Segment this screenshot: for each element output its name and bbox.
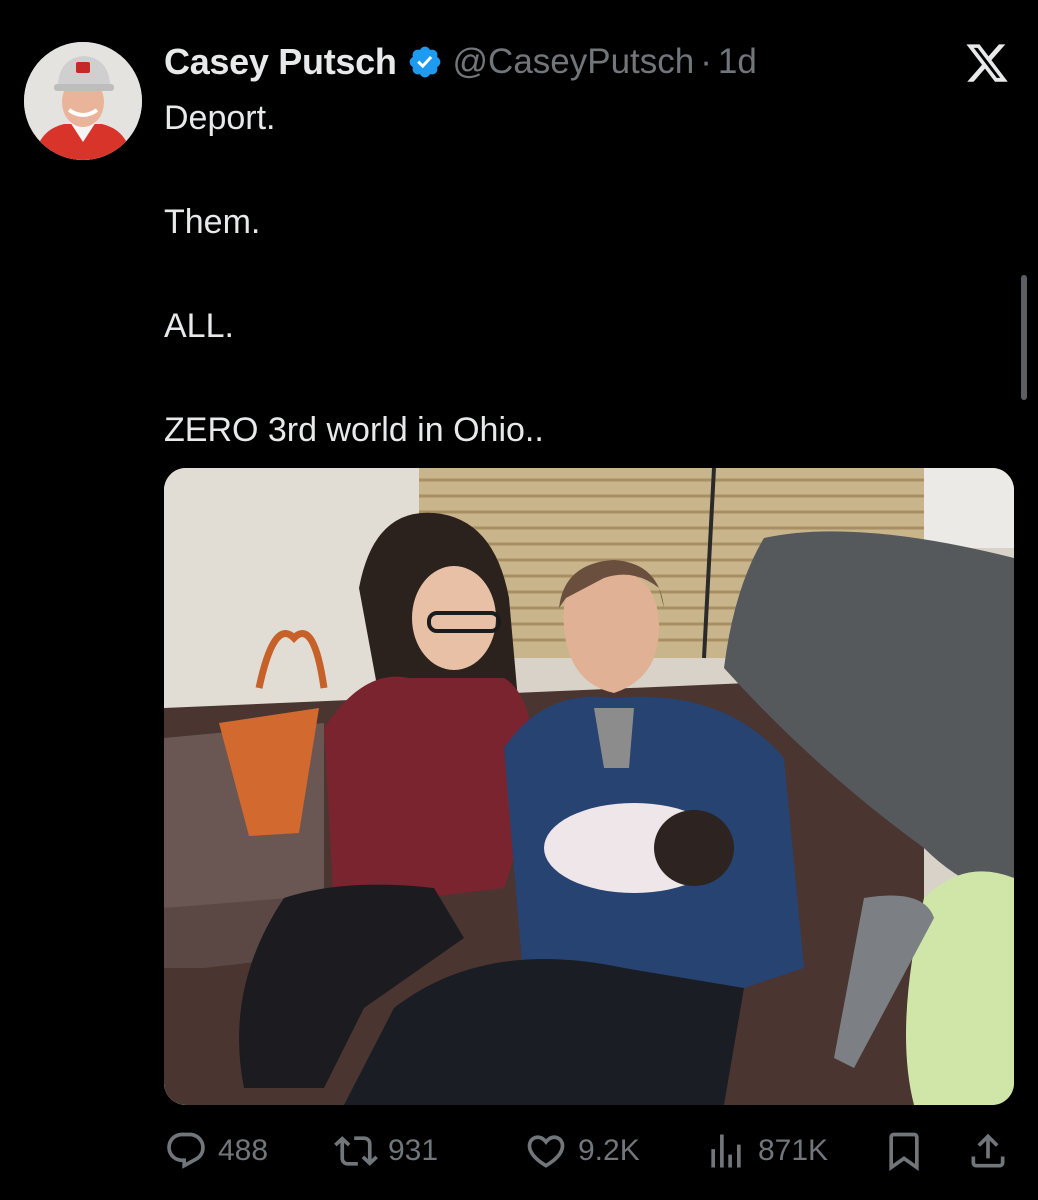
views-button[interactable]: 871K [704,1126,828,1176]
views-icon [704,1129,748,1173]
action-bar: 488 931 9.2K 871K [164,1126,1010,1176]
like-count: 9.2K [578,1134,640,1167]
repost-button[interactable]: 931 [334,1126,438,1176]
author-name[interactable]: Casey Putsch [164,41,397,83]
bookmark-button[interactable] [882,1126,926,1176]
bookmark-icon [882,1129,926,1173]
reply-icon [164,1129,208,1173]
author-avatar[interactable] [24,42,142,160]
author-handle[interactable]: @CaseyPutsch [453,42,695,82]
views-count: 871K [758,1134,829,1167]
like-button[interactable]: 9.2K [524,1126,640,1176]
heart-icon [524,1129,568,1173]
verified-badge-icon[interactable] [407,44,443,80]
post-line: Deport. [164,99,276,137]
post-age[interactable]: 1d [718,42,757,82]
x-logo-icon[interactable] [964,40,1010,86]
post-line: Them. [164,203,261,241]
separator-dot: · [700,42,712,81]
post-line: ALL. [164,307,234,345]
share-icon [966,1129,1010,1173]
post-text: Deport. Them. ALL. ZERO 3rd world in Ohi… [164,92,944,508]
share-button[interactable] [966,1126,1010,1176]
post-header: Casey Putsch @CaseyPutsch · 1d [164,40,757,84]
repost-count: 931 [388,1134,439,1167]
scrollbar-thumb[interactable] [1021,275,1027,400]
post-photo[interactable] [164,468,1014,1105]
repost-icon [334,1129,378,1173]
post-line: ZERO 3rd world in Ohio.. [164,411,544,449]
avatar-image [24,42,142,160]
photo-illustration [164,468,1014,1105]
reply-count: 488 [218,1134,269,1167]
reply-button[interactable]: 488 [164,1126,268,1176]
